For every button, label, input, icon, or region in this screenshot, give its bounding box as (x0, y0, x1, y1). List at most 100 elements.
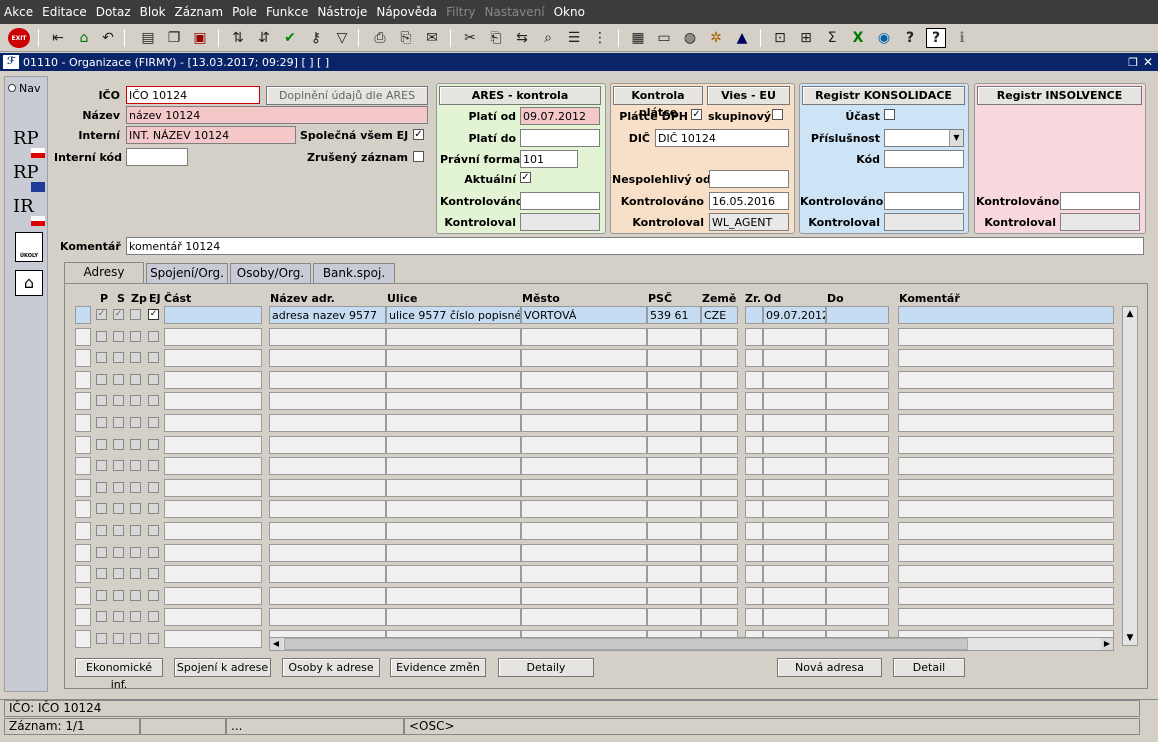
table-cell[interactable] (826, 608, 889, 627)
table-cell[interactable] (269, 522, 386, 540)
table-cell[interactable] (898, 349, 1114, 368)
table-cell[interactable] (763, 543, 826, 562)
table-cell[interactable] (701, 478, 738, 497)
tab-osoby[interactable]: Osoby/Org. (230, 263, 311, 283)
table-cell[interactable] (521, 478, 647, 497)
row-checkbox[interactable] (96, 525, 107, 536)
table-cell[interactable] (647, 327, 701, 346)
print-preview-icon[interactable]: ⎘ (396, 28, 416, 48)
table-cell[interactable] (647, 349, 701, 368)
komentar-field[interactable]: komentář 10124 (126, 237, 1144, 255)
insolvence-button[interactable]: Registr INSOLVENCE (977, 86, 1142, 105)
menu-dotaz[interactable]: Dotaz (96, 5, 131, 19)
table-cell[interactable] (826, 349, 889, 368)
table-cell[interactable] (898, 327, 1114, 346)
nav-radio[interactable] (8, 84, 16, 92)
table-cell[interactable] (745, 435, 763, 454)
table-cell[interactable] (763, 435, 826, 454)
table-cell[interactable] (898, 543, 1114, 562)
ucast-checkbox[interactable] (884, 109, 895, 120)
sort-desc-icon[interactable]: ⇵ (254, 28, 274, 48)
plati-do-field[interactable] (520, 129, 600, 147)
menu-zaznam[interactable]: Záznam (175, 5, 224, 19)
table-cell[interactable] (521, 349, 647, 368)
row-indicator[interactable] (75, 435, 91, 454)
building-icon[interactable]: ⌂ (15, 270, 43, 296)
table-cell[interactable] (826, 435, 889, 454)
row-nazev-cell[interactable]: adresa nazev 9577 (269, 306, 386, 324)
table-cell[interactable] (763, 565, 826, 584)
table-cell[interactable] (763, 608, 826, 627)
table-cell[interactable] (269, 349, 386, 368)
menu-napoveda[interactable]: Nápověda (376, 5, 437, 19)
chart-icon[interactable]: ⊡ (770, 28, 790, 48)
osoby-button[interactable]: Osoby k adrese (282, 658, 380, 677)
table-cell[interactable] (826, 414, 889, 432)
table-cell[interactable] (745, 349, 763, 368)
row-ej-checkbox[interactable]: ✓ (148, 309, 159, 320)
help-context-icon[interactable]: ? (900, 28, 920, 48)
detaily-button[interactable]: Detaily (498, 658, 594, 677)
tree-icon[interactable]: ⋮ (590, 28, 610, 48)
row-od-cell[interactable]: 09.07.2012 (763, 306, 826, 324)
table-cell[interactable] (164, 586, 262, 605)
row-checkbox[interactable] (148, 352, 159, 364)
row-checkbox[interactable] (113, 417, 124, 428)
table-cell[interactable] (269, 500, 386, 519)
row-indicator[interactable] (75, 306, 91, 324)
table-cell[interactable] (701, 586, 738, 605)
row-checkbox[interactable] (113, 352, 124, 364)
table-cell[interactable] (826, 478, 889, 497)
scroll-down-icon[interactable]: ▼ (1123, 631, 1137, 645)
row-checkbox[interactable] (130, 395, 141, 407)
row-checkbox[interactable] (113, 568, 124, 580)
row-checkbox[interactable] (96, 611, 107, 623)
row-checkbox[interactable] (113, 546, 124, 558)
row-cast-cell[interactable] (164, 306, 262, 324)
table-cell[interactable] (826, 457, 889, 476)
copy-icon[interactable]: ❐ (164, 28, 184, 48)
row-indicator[interactable] (75, 586, 91, 605)
table-cell[interactable] (745, 522, 763, 540)
row-checkbox[interactable] (130, 525, 141, 536)
table-cell[interactable] (269, 543, 386, 562)
row-checkbox[interactable] (96, 481, 107, 493)
rp-czech-icon[interactable]: RP (13, 128, 45, 158)
row-indicator[interactable] (75, 457, 91, 476)
interni-kod-field[interactable] (126, 148, 188, 166)
scroll-up-icon[interactable]: ▲ (1123, 307, 1137, 321)
row-indicator[interactable] (75, 349, 91, 368)
table-cell[interactable] (164, 457, 262, 476)
table-cell[interactable] (386, 435, 521, 454)
table-cell[interactable] (745, 565, 763, 584)
ir-czech-icon[interactable]: IR (13, 196, 45, 226)
table-cell[interactable] (521, 543, 647, 562)
table-cell[interactable] (898, 500, 1114, 519)
row-checkbox[interactable] (130, 481, 141, 493)
table-cell[interactable] (763, 522, 826, 540)
row-checkbox[interactable] (113, 503, 124, 515)
save-icon[interactable]: ⇤ (48, 28, 68, 48)
menu-pole[interactable]: Pole (232, 5, 257, 19)
interni-field[interactable]: INT. NÁZEV 10124 (126, 126, 296, 144)
kons-kontrolovano-field[interactable] (884, 192, 964, 210)
ico-field[interactable]: IČO 10124 (126, 86, 260, 104)
row-indicator[interactable] (75, 414, 91, 432)
table-cell[interactable] (898, 457, 1114, 476)
row-psc-cell[interactable]: 539 61 (647, 306, 701, 324)
ares-fill-button[interactable]: Doplnění údajů dle ARES (266, 86, 428, 105)
table-cell[interactable] (826, 392, 889, 411)
paste-icon[interactable]: ⎗ (486, 28, 506, 48)
table-cell[interactable] (269, 586, 386, 605)
table-cell[interactable] (647, 500, 701, 519)
table-cell[interactable] (745, 370, 763, 389)
table-cell[interactable] (386, 478, 521, 497)
row-checkbox[interactable] (96, 373, 107, 385)
nespolehlivy-field[interactable] (709, 170, 789, 188)
row-mesto-cell[interactable]: VORTOVÁ (521, 306, 647, 324)
row-checkbox[interactable] (148, 633, 159, 644)
restore-icon[interactable]: ❐ (1128, 56, 1138, 69)
table-cell[interactable] (386, 608, 521, 627)
table-cell[interactable] (386, 522, 521, 540)
row-indicator[interactable] (75, 370, 91, 389)
